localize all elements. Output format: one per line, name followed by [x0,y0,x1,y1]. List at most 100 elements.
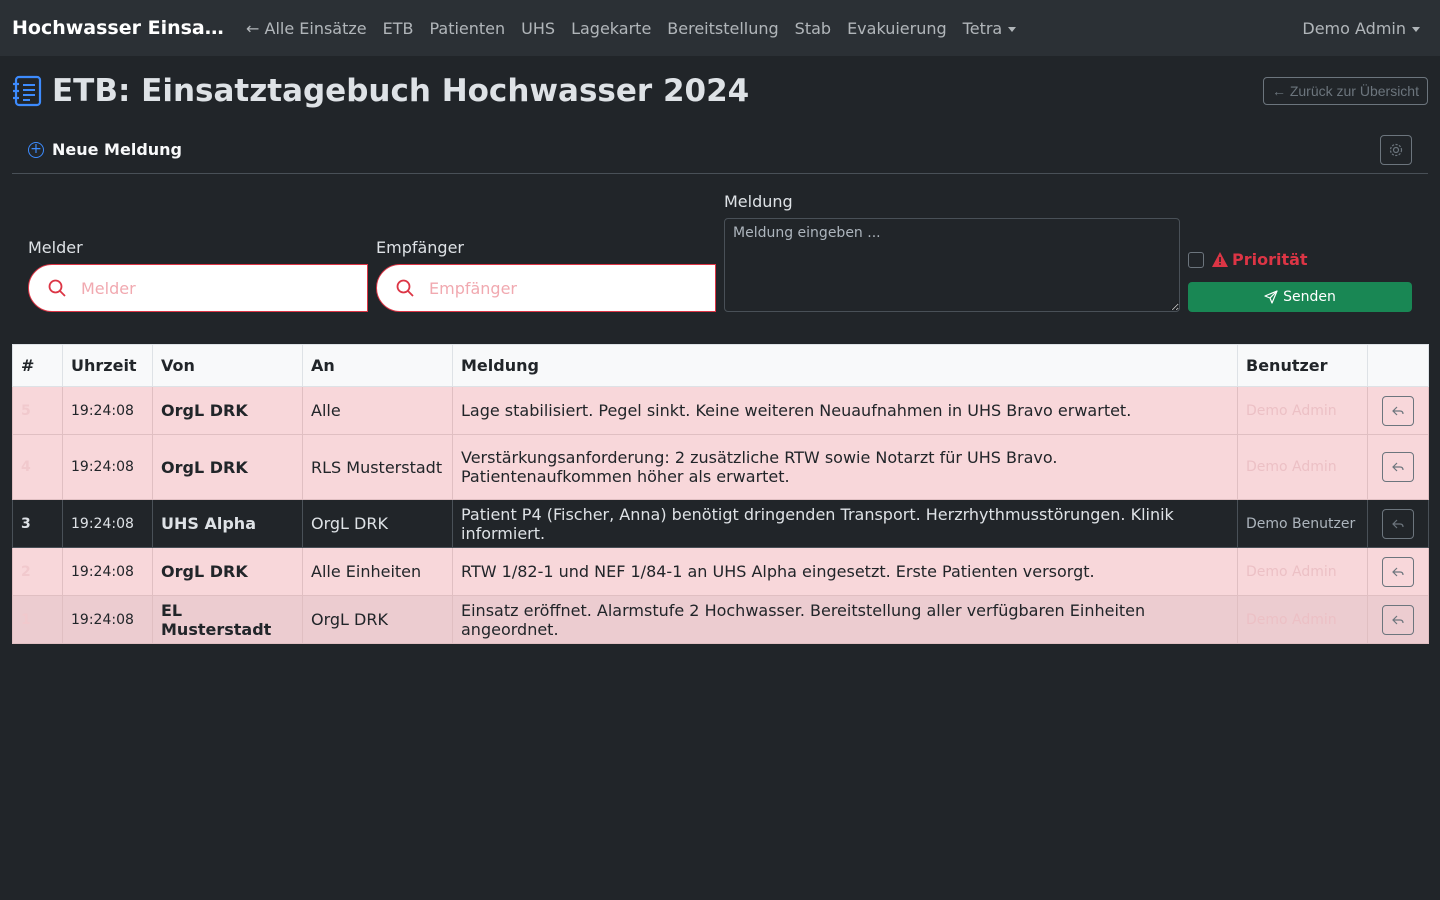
cell-actions [1367,595,1429,644]
new-message-form: Melder Empfänger Meldung Priorität [12,174,1428,344]
user-menu[interactable]: Demo Admin [1302,19,1428,38]
cell-time: 19:24:08 [62,499,153,548]
cell-num: 4 [12,434,63,500]
col-header-meldung[interactable]: Meldung [452,344,1238,387]
navbar: Hochwasser Einsat... ← Alle Einsätze ETB… [0,0,1440,56]
empfaenger-label: Empfänger [376,238,465,257]
cell-user: Demo Admin [1237,547,1368,596]
cell-an: Alle Einheiten [302,547,453,596]
page-title: ETB: Einsatztagebuch Hochwasser 2024 [52,73,750,109]
cell-actions [1367,499,1429,548]
send-icon [1264,290,1278,304]
priority-checkbox[interactable] [1188,251,1204,268]
meldung-label: Meldung [724,192,793,211]
cell-user: Demo Admin [1237,386,1368,435]
table-row: 2 19:24:08 OrgL DRK Alle Einheiten RTW 1… [12,547,1429,596]
cell-von: EL Musterstadt [152,595,303,644]
table-row: 3 19:24:08 UHS Alpha OrgL DRK Patient P4… [12,499,1429,548]
send-label: Senden [1283,289,1336,305]
cell-an: OrgL DRK [302,499,453,548]
table-row: 4 19:24:08 OrgL DRK RLS Musterstadt Vers… [12,434,1429,500]
col-header-an[interactable]: An [302,344,453,387]
reply-button[interactable] [1382,508,1414,539]
meldung-textarea[interactable] [724,218,1180,312]
reply-button[interactable] [1382,452,1414,482]
priority-label-text: Priorität [1232,250,1308,269]
cell-user: Demo Admin [1237,434,1368,500]
cell-actions [1367,386,1429,435]
caret-down-icon [1412,26,1420,32]
reply-button[interactable] [1382,395,1414,426]
cell-von: OrgL DRK [152,434,303,500]
cell-an: OrgL DRK [302,595,453,644]
reply-button[interactable] [1382,556,1414,587]
cell-meldung: RTW 1/82-1 und NEF 1/84-1 an UHS Alpha e… [452,547,1238,596]
search-icon [48,279,66,297]
back-to-overview-button[interactable]: ← Zurück zur Übersicht [1262,77,1428,105]
melder-input[interactable] [81,278,301,298]
user-menu-label: Demo Admin [1302,18,1406,38]
page-header: ETB: Einsatztagebuch Hochwasser 2024 ← Z… [0,56,1440,126]
melder-field[interactable] [28,264,368,312]
settings-button[interactable] [1380,134,1412,165]
empfaenger-input[interactable] [429,278,649,298]
col-header-benutzer[interactable]: Benutzer [1237,344,1368,387]
reply-icon [1392,406,1404,415]
gear-icon [1389,143,1403,156]
cell-num: 3 [12,499,63,548]
nav-link-alle-einsaetze[interactable]: ← Alle Einsätze [238,19,375,38]
etb-table: # Uhrzeit Von An Meldung Benutzer 5 19:2… [12,344,1429,644]
cell-num: 5 [12,386,63,435]
nav-link-uhs[interactable]: UHS [513,19,563,38]
cell-meldung: Einsatz eröffnet. Alarmstufe 2 Hochwasse… [452,595,1238,644]
col-header-von[interactable]: Von [152,344,303,387]
nav-link-bereitstellung[interactable]: Bereitstellung [659,19,786,38]
melder-label: Melder [28,238,83,257]
reply-icon [1392,519,1404,528]
table-row: 1 19:24:08 EL Musterstadt OrgL DRK Einsa… [12,595,1429,644]
search-icon [396,279,414,297]
nav-link-stab[interactable]: Stab [787,19,839,38]
cell-time: 19:24:08 [62,595,153,644]
cell-von: OrgL DRK [152,386,303,435]
cell-meldung: Lage stabilisiert. Pegel sinkt. Keine we… [452,386,1238,435]
cell-von: OrgL DRK [152,547,303,596]
reply-icon [1392,567,1404,576]
nav-dropdown-tetra[interactable]: Tetra [955,19,1025,38]
cell-num: 2 [12,547,63,596]
cell-actions [1367,547,1429,596]
new-message-header: + Neue Meldung [12,126,1428,174]
cell-meldung: Patient P4 (Fischer, Anna) benötigt drin… [452,499,1238,548]
new-message-title-wrap: + Neue Meldung [28,140,182,159]
reply-icon [1392,615,1404,624]
cell-time: 19:24:08 [62,386,153,435]
nav-links: ← Alle Einsätze ETB Patienten UHS Lageka… [238,19,1024,38]
send-button[interactable]: Senden [1188,282,1412,312]
navbar-brand[interactable]: Hochwasser Einsat... [12,17,224,39]
cell-num: 1 [12,595,63,644]
col-header-uhrzeit[interactable]: Uhrzeit [62,344,153,387]
col-header-actions [1367,344,1429,387]
cell-user: Demo Admin [1237,595,1368,644]
cell-time: 19:24:08 [62,547,153,596]
col-header-num[interactable]: # [12,344,63,387]
reply-button[interactable] [1382,604,1414,635]
new-message-title: Neue Meldung [52,140,182,159]
plus-circle-icon: + [28,141,44,158]
cell-user: Demo Benutzer [1237,499,1368,548]
nav-link-etb[interactable]: ETB [375,19,422,38]
cell-actions [1367,434,1429,500]
cell-meldung: Verstärkungsanforderung: 2 zusätzliche R… [452,434,1238,500]
nav-link-patienten[interactable]: Patienten [421,19,513,38]
cell-an: RLS Musterstadt [302,434,453,500]
priority-checkbox-wrap[interactable]: Priorität [1188,250,1308,269]
empfaenger-field[interactable] [376,264,716,312]
journal-text-icon [13,75,42,107]
reply-icon [1392,462,1404,472]
nav-link-evakuierung[interactable]: Evakuierung [839,19,955,38]
caret-down-icon [1008,26,1017,32]
nav-dropdown-tetra-label: Tetra [962,18,1003,38]
nav-link-lagekarte[interactable]: Lagekarte [563,19,659,38]
table-header-row: # Uhrzeit Von An Meldung Benutzer [12,344,1429,387]
cell-time: 19:24:08 [62,434,153,500]
